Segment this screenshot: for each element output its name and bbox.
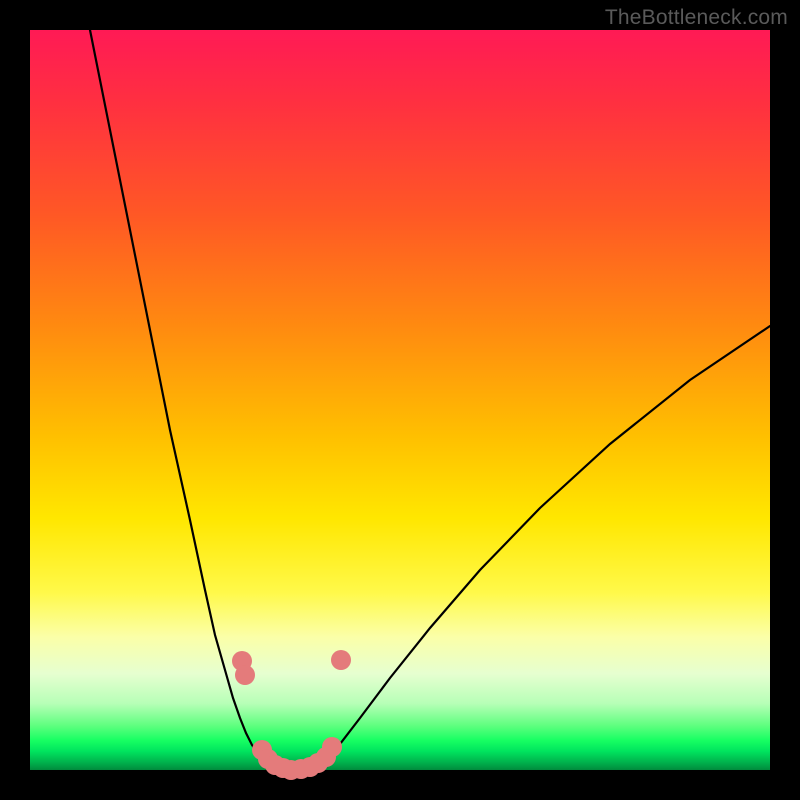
- curve-right-arm: [328, 326, 770, 758]
- marker-dot: [235, 665, 255, 685]
- plot-area: [30, 30, 770, 770]
- curve-layer: [30, 30, 770, 770]
- curve-left-arm: [90, 30, 265, 760]
- marker-cluster: [232, 650, 351, 780]
- marker-dot: [331, 650, 351, 670]
- watermark-text: TheBottleneck.com: [605, 6, 788, 30]
- marker-dot: [322, 737, 342, 757]
- chart-frame: TheBottleneck.com: [0, 0, 800, 800]
